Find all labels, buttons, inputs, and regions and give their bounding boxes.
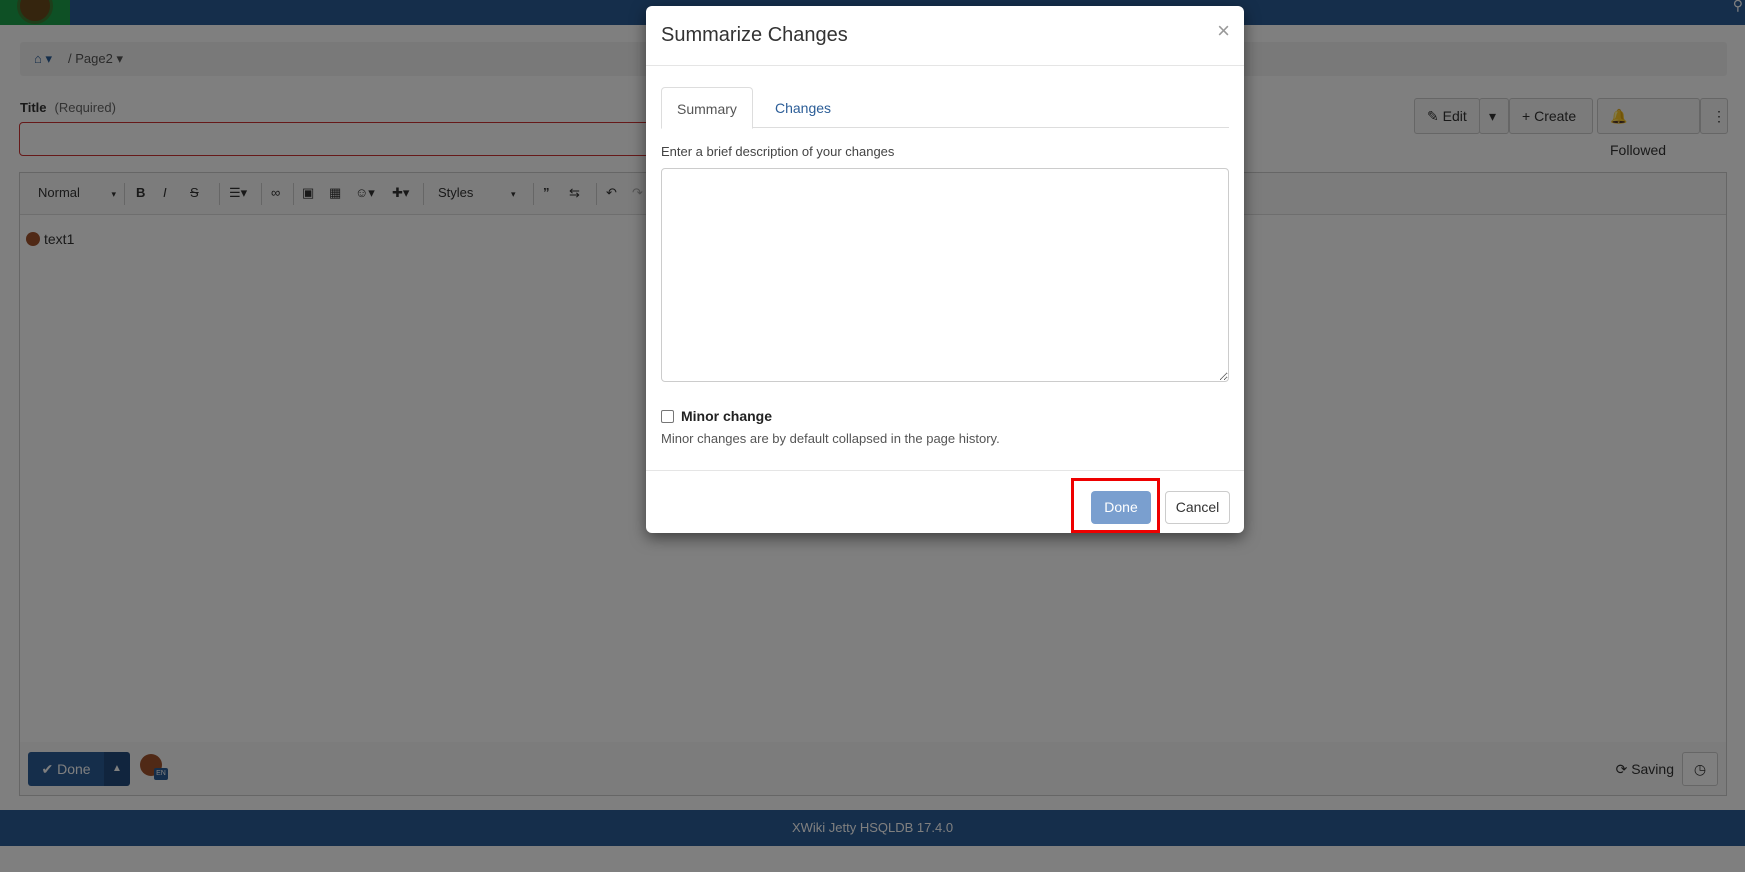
close-icon[interactable]: × [1217, 20, 1230, 42]
minor-change-label[interactable]: Minor change [681, 408, 772, 424]
minor-change-hint: Minor changes are by default collapsed i… [661, 431, 1000, 446]
summarize-changes-dialog: Summarize Changes × Summary Changes Ente… [646, 6, 1244, 533]
done-button[interactable]: Done [1091, 491, 1151, 524]
description-label: Enter a brief description of your change… [661, 144, 895, 159]
modal-title: Summarize Changes [661, 24, 848, 46]
tab-summary[interactable]: Summary [661, 87, 753, 129]
tab-changes[interactable]: Changes [760, 87, 846, 129]
modal-footer: Done Cancel [646, 470, 1244, 533]
cancel-button[interactable]: Cancel [1165, 491, 1230, 524]
modal-header: Summarize Changes × [646, 6, 1244, 66]
minor-change-checkbox[interactable] [661, 410, 674, 423]
modal-tabs: Summary Changes [661, 81, 1229, 129]
summary-textarea[interactable] [661, 168, 1229, 382]
